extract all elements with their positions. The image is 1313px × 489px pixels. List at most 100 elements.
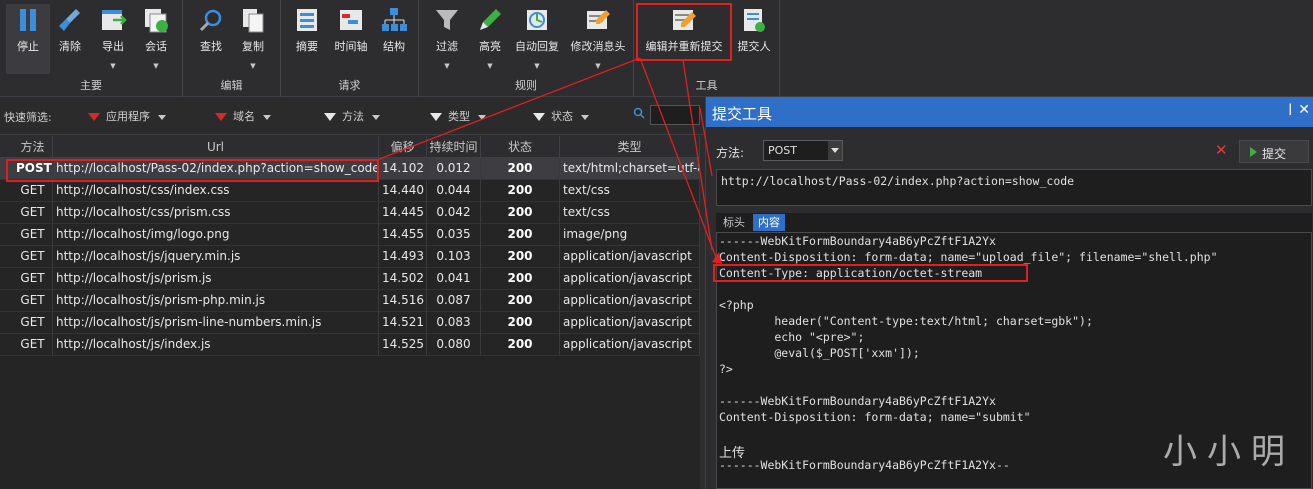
quick-filter-bar: 快速筛选: 应用程序 域名 方法 类型 状态	[0, 97, 705, 135]
funnel-icon	[430, 113, 442, 121]
cell-status: 200	[481, 334, 560, 356]
broom-icon	[59, 9, 80, 31]
export-icon	[102, 10, 127, 30]
cell-offset: 14.455	[379, 224, 427, 246]
cell-status: 200	[481, 180, 560, 202]
table-row[interactable]: GET http://localhost/js/prism-php.min.js 1…	[0, 290, 700, 312]
tab-body[interactable]: 内容	[753, 214, 785, 231]
structure-button[interactable]: 结构	[372, 4, 416, 74]
cell-url: http://localhost/css/index.css	[53, 180, 379, 202]
sessions-button[interactable]: 会话 ▼	[134, 4, 178, 74]
stop-button[interactable]: 停止	[6, 4, 50, 74]
url-input[interactable]: http://localhost/Pass-02/index.php?actio…	[716, 169, 1312, 206]
filter-type[interactable]: 类型	[430, 108, 486, 124]
cell-type: image/png	[560, 224, 700, 246]
body-line: <?php	[719, 298, 754, 312]
cell-type: application/javascript	[560, 290, 700, 312]
cell-duration: 0.087	[427, 290, 481, 312]
chevron-down-icon	[581, 114, 589, 120]
cell-duration: 0.103	[427, 246, 481, 268]
cell-method: GET	[13, 268, 53, 290]
cell-duration: 0.041	[427, 268, 481, 290]
summary-button[interactable]: 摘要	[285, 4, 329, 74]
filter-button[interactable]: 过滤 ▼	[425, 4, 469, 74]
cell-type: application/javascript	[560, 334, 700, 356]
close-icon[interactable]: ✕	[1298, 102, 1310, 118]
cell-type: application/javascript	[560, 246, 700, 268]
table-row[interactable]: GET http://localhost/js/jquery.min.js 14.4…	[0, 246, 700, 268]
col-header-offset[interactable]: 偏移	[379, 136, 427, 158]
cell-type: text/html;charset=utf-8	[560, 158, 700, 180]
tab-headers[interactable]: 标头	[718, 214, 750, 231]
chevron-down-icon	[372, 114, 380, 120]
cell-url: http://localhost/css/prism.css	[53, 202, 379, 224]
ribbon-group-edit: 查找 复制 ▼ 编辑	[183, 0, 281, 97]
cell-status: 200	[481, 158, 560, 180]
method-select[interactable]: POST	[763, 140, 843, 161]
cell-duration: 0.042	[427, 202, 481, 224]
filter-method[interactable]: 方法	[324, 108, 380, 124]
composer-button[interactable]: 提交人	[732, 4, 776, 74]
table-row[interactable]: GET http://localhost/css/index.css 14.440 0…	[0, 180, 700, 202]
cell-status: 200	[481, 224, 560, 246]
col-header-url[interactable]: Url	[53, 136, 379, 158]
find-button[interactable]: 查找	[189, 4, 233, 74]
cell-type: application/javascript	[560, 268, 700, 290]
cell-status: 200	[481, 268, 560, 290]
highlight-edit-resubmit	[636, 3, 732, 61]
cell-method: GET	[13, 180, 53, 202]
cell-type: application/javascript	[560, 312, 700, 334]
highlight-button[interactable]: 高亮 ▼	[468, 4, 512, 74]
chevron-down-icon	[478, 114, 486, 120]
grid-header: 方法 Url 偏移 持续时间 状态 类型	[0, 136, 700, 158]
body-line: ------WebKitFormBoundary4aB6yPcZftF1A2Yx	[719, 234, 996, 248]
table-row[interactable]: GET http://localhost/img/logo.png 14.455 0.…	[0, 224, 700, 246]
cell-url: http://localhost/img/logo.png	[53, 224, 379, 246]
col-header-status[interactable]: 状态	[481, 136, 560, 158]
clear-button[interactable]: 清除	[48, 4, 92, 74]
timeline-button[interactable]: 时间轴	[329, 4, 373, 74]
body-line: ?>	[719, 362, 733, 376]
filter-app[interactable]: 应用程序	[88, 108, 166, 124]
chevron-down-icon	[158, 114, 166, 120]
export-button[interactable]: 导出 ▼	[91, 4, 135, 74]
cancel-icon[interactable]: ✕	[1215, 141, 1228, 159]
table-row[interactable]: GET http://localhost/js/prism.js 14.502 0.0…	[0, 268, 700, 290]
autoreply-icon	[527, 10, 547, 30]
table-row[interactable]: GET http://localhost/css/prism.css 14.445 0…	[0, 202, 700, 224]
copy-icon	[243, 9, 264, 33]
cell-offset: 14.525	[379, 334, 427, 356]
cell-url: http://localhost/js/prism.js	[53, 268, 379, 290]
cell-url: http://localhost/js/jquery.min.js	[53, 246, 379, 268]
col-header-type[interactable]: 类型	[560, 136, 700, 158]
autoreply-button[interactable]: 自动回复 ▼	[512, 4, 562, 74]
ribbon-group-rules: 过滤 ▼ 高亮 ▼ 自动回复 ▼ 修改消息头 ▼ 规则	[419, 0, 634, 97]
chevron-down-icon: ▼	[250, 62, 256, 70]
filter-icon	[436, 10, 458, 30]
funnel-icon	[324, 113, 336, 121]
funnel-icon	[533, 113, 545, 121]
cell-duration: 0.083	[427, 312, 481, 334]
submit-button[interactable]: 提交	[1239, 140, 1309, 163]
copy-button[interactable]: 复制 ▼	[231, 4, 275, 74]
cell-offset: 14.521	[379, 312, 427, 334]
table-row[interactable]: GET http://localhost/js/prism-line-number…	[0, 312, 700, 334]
cell-method: GET	[13, 334, 53, 356]
filter-domain[interactable]: 域名	[215, 108, 271, 124]
funnel-icon	[88, 113, 100, 121]
body-line: @eval($_POST['xxm']);	[719, 346, 920, 360]
filter-status[interactable]: 状态	[533, 108, 589, 124]
chevron-down-icon	[828, 141, 842, 160]
timeline-icon	[340, 10, 362, 30]
col-header-method[interactable]: 方法	[13, 136, 53, 158]
chevron-down-icon: ▼	[595, 62, 601, 70]
pin-icon[interactable]: ꟾ	[1288, 104, 1292, 118]
sessions-grid: 方法 Url 偏移 持续时间 状态 类型 POST http://localhos…	[0, 136, 700, 489]
col-header-duration[interactable]: 持续时间	[427, 136, 481, 158]
chevron-down-icon: ▼	[444, 62, 450, 70]
search-input[interactable]	[650, 105, 700, 125]
table-row[interactable]: GET http://localhost/js/index.js 14.525 0.0…	[0, 334, 700, 356]
chevron-down-icon: ▼	[153, 62, 159, 70]
modify-headers-button[interactable]: 修改消息头 ▼	[568, 4, 628, 74]
cell-method: GET	[13, 224, 53, 246]
